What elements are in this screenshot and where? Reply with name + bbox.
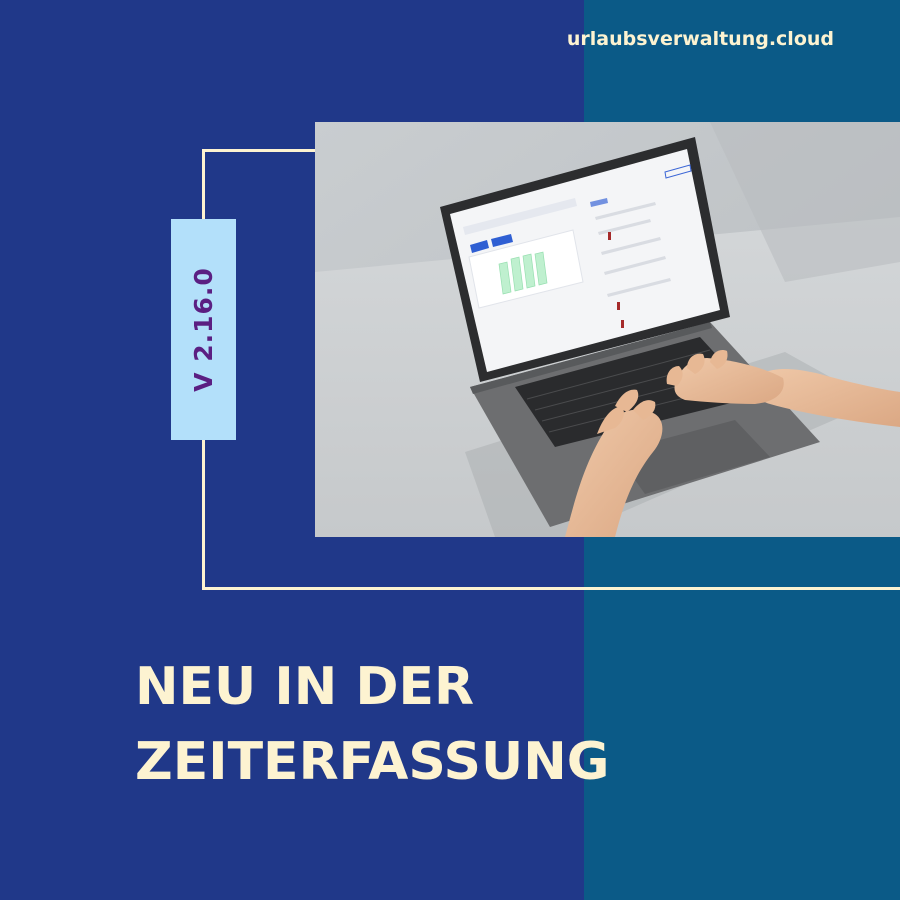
laptop-photo: [315, 122, 900, 537]
frame-line-bottom: [202, 587, 900, 590]
version-badge-label: V 2.16.0: [189, 267, 219, 392]
frame-line-top: [202, 149, 316, 152]
frame-line-left-upper: [202, 149, 205, 220]
headline: NEU IN DER ZEITERFASSUNG: [135, 650, 609, 800]
frame-line-left-lower: [202, 440, 205, 590]
version-badge: V 2.16.0: [171, 219, 236, 440]
brand-url[interactable]: urlaubsverwaltung.cloud: [567, 28, 834, 50]
headline-line-1: NEU IN DER: [135, 657, 475, 717]
laptop-photo-illustration: [315, 122, 900, 537]
headline-line-2: ZEITERFASSUNG: [135, 732, 610, 792]
